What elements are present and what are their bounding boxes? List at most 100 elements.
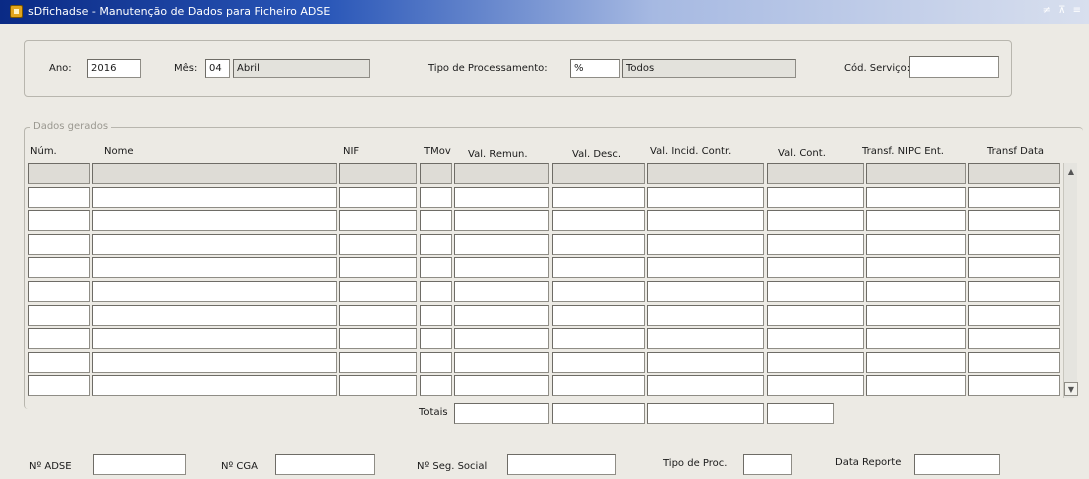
- grid-cell-val-incid-contr[interactable]: [647, 328, 764, 349]
- grid-cell-nome[interactable]: [92, 210, 337, 231]
- grid-cell-nif[interactable]: [339, 187, 417, 208]
- grid-cell-transf-nipc[interactable]: [866, 352, 966, 373]
- grid-cell-val-incid-contr[interactable]: [647, 352, 764, 373]
- grid-cell-tmov[interactable]: [420, 352, 452, 373]
- grid-cell-val-incid-contr[interactable]: [647, 187, 764, 208]
- grid-cell-val-cont[interactable]: [767, 234, 864, 255]
- grid-cell-tmov[interactable]: [420, 328, 452, 349]
- tipo-proc-field[interactable]: [743, 454, 792, 475]
- grid-cell-transf-nipc[interactable]: [866, 375, 966, 396]
- grid-cell-val-cont[interactable]: [767, 257, 864, 278]
- grid-cell-val-remun[interactable]: [454, 234, 549, 255]
- ano-field[interactable]: 2016: [87, 59, 141, 78]
- scroll-down-icon[interactable]: ▼: [1064, 382, 1078, 396]
- grid-cell-transf-nipc[interactable]: [866, 163, 966, 184]
- grid-cell-transf-data[interactable]: [968, 328, 1060, 349]
- grid-cell-num[interactable]: [28, 163, 90, 184]
- grid-cell-transf-data[interactable]: [968, 281, 1060, 302]
- grid-cell-nif[interactable]: [339, 210, 417, 231]
- grid-cell-val-desc[interactable]: [552, 163, 645, 184]
- grid-cell-transf-data[interactable]: [968, 163, 1060, 184]
- tipo-processamento-field[interactable]: %: [570, 59, 620, 78]
- grid-cell-tmov[interactable]: [420, 257, 452, 278]
- grid-cell-val-remun[interactable]: [454, 328, 549, 349]
- grid-cell-nif[interactable]: [339, 234, 417, 255]
- grid-cell-nome[interactable]: [92, 163, 337, 184]
- grid-cell-val-cont[interactable]: [767, 352, 864, 373]
- grid-cell-tmov[interactable]: [420, 305, 452, 326]
- grid-cell-transf-nipc[interactable]: [866, 305, 966, 326]
- grid-cell-val-cont[interactable]: [767, 187, 864, 208]
- scroll-up-icon[interactable]: ▲: [1064, 165, 1078, 179]
- grid-cell-nome[interactable]: [92, 187, 337, 208]
- grid-cell-nome[interactable]: [92, 234, 337, 255]
- grid-cell-num[interactable]: [28, 187, 90, 208]
- grid-cell-val-incid-contr[interactable]: [647, 305, 764, 326]
- grid-cell-nif[interactable]: [339, 375, 417, 396]
- grid-cell-transf-data[interactable]: [968, 352, 1060, 373]
- grid-cell-tmov[interactable]: [420, 375, 452, 396]
- grid-cell-num[interactable]: [28, 352, 90, 373]
- grid-cell-val-desc[interactable]: [552, 328, 645, 349]
- grid-cell-val-incid-contr[interactable]: [647, 257, 764, 278]
- grid-cell-transf-data[interactable]: [968, 375, 1060, 396]
- grid-cell-val-incid-contr[interactable]: [647, 375, 764, 396]
- seg-social-field[interactable]: [507, 454, 616, 475]
- grid-cell-tmov[interactable]: [420, 210, 452, 231]
- grid-cell-val-desc[interactable]: [552, 257, 645, 278]
- grid-cell-nif[interactable]: [339, 352, 417, 373]
- grid-cell-transf-data[interactable]: [968, 234, 1060, 255]
- grid-cell-val-incid-contr[interactable]: [647, 281, 764, 302]
- grid-cell-transf-nipc[interactable]: [866, 281, 966, 302]
- adse-field[interactable]: [93, 454, 186, 475]
- grid-cell-val-remun[interactable]: [454, 187, 549, 208]
- grid-cell-val-remun[interactable]: [454, 352, 549, 373]
- grid-cell-num[interactable]: [28, 328, 90, 349]
- grid-cell-val-cont[interactable]: [767, 281, 864, 302]
- grid-cell-num[interactable]: [28, 281, 90, 302]
- grid-cell-nif[interactable]: [339, 163, 417, 184]
- grid-cell-val-remun[interactable]: [454, 305, 549, 326]
- grid-cell-val-remun[interactable]: [454, 281, 549, 302]
- grid-cell-val-desc[interactable]: [552, 375, 645, 396]
- grid-cell-nome[interactable]: [92, 257, 337, 278]
- cga-field[interactable]: [275, 454, 375, 475]
- grid-cell-val-remun[interactable]: [454, 257, 549, 278]
- cod-servico-field[interactable]: [909, 56, 999, 78]
- grid-cell-transf-nipc[interactable]: [866, 234, 966, 255]
- grid-cell-val-remun[interactable]: [454, 163, 549, 184]
- window-controls[interactable]: ≠ ⊼ ≡: [1043, 5, 1083, 16]
- grid-cell-val-remun[interactable]: [454, 375, 549, 396]
- grid-cell-transf-nipc[interactable]: [866, 257, 966, 278]
- grid-cell-nome[interactable]: [92, 375, 337, 396]
- grid-cell-nome[interactable]: [92, 281, 337, 302]
- grid-cell-transf-nipc[interactable]: [866, 210, 966, 231]
- grid-cell-val-cont[interactable]: [767, 328, 864, 349]
- grid-cell-tmov[interactable]: [420, 234, 452, 255]
- grid-cell-transf-nipc[interactable]: [866, 187, 966, 208]
- grid-cell-tmov[interactable]: [420, 187, 452, 208]
- grid-cell-val-incid-contr[interactable]: [647, 234, 764, 255]
- grid-cell-transf-data[interactable]: [968, 210, 1060, 231]
- grid-cell-nif[interactable]: [339, 281, 417, 302]
- grid-cell-nome[interactable]: [92, 328, 337, 349]
- grid-cell-transf-data[interactable]: [968, 257, 1060, 278]
- grid-cell-tmov[interactable]: [420, 281, 452, 302]
- grid-cell-val-desc[interactable]: [552, 281, 645, 302]
- grid-cell-transf-data[interactable]: [968, 305, 1060, 326]
- grid-cell-val-incid-contr[interactable]: [647, 163, 764, 184]
- grid-cell-nif[interactable]: [339, 305, 417, 326]
- grid-cell-val-desc[interactable]: [552, 305, 645, 326]
- grid-cell-nome[interactable]: [92, 352, 337, 373]
- grid-cell-val-desc[interactable]: [552, 352, 645, 373]
- grid-scrollbar[interactable]: ▲ ▼: [1063, 163, 1078, 398]
- mes-field[interactable]: 04: [205, 59, 230, 78]
- grid-cell-val-cont[interactable]: [767, 305, 864, 326]
- grid-cell-num[interactable]: [28, 257, 90, 278]
- grid-cell-num[interactable]: [28, 375, 90, 396]
- grid-cell-nif[interactable]: [339, 328, 417, 349]
- grid-cell-val-cont[interactable]: [767, 210, 864, 231]
- grid-cell-num[interactable]: [28, 234, 90, 255]
- grid-cell-val-desc[interactable]: [552, 234, 645, 255]
- grid-cell-transf-data[interactable]: [968, 187, 1060, 208]
